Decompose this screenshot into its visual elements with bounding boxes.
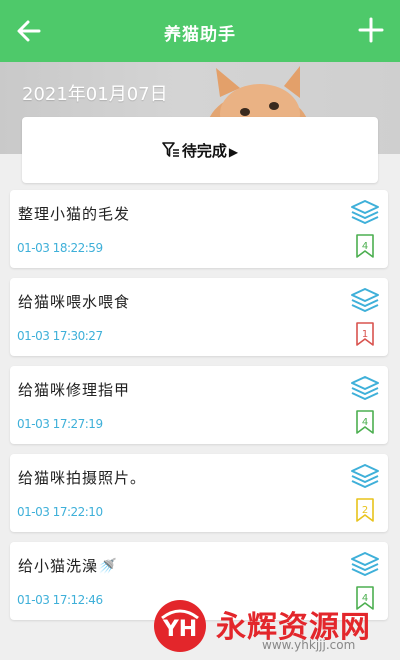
plus-icon[interactable] bbox=[354, 13, 388, 47]
watermark: YH 永辉资源网 www.yhkjjj.com bbox=[152, 598, 388, 656]
task-time: 01-03 18:22:59 bbox=[17, 241, 103, 255]
task-title: 给小猫洗澡🚿 bbox=[18, 557, 118, 575]
dropdown-arrow-icon: ▶ bbox=[228, 145, 239, 159]
watermark-logo: YH bbox=[154, 600, 206, 652]
task-time: 01-03 17:12:46 bbox=[17, 593, 103, 607]
layers-icon[interactable] bbox=[350, 462, 380, 490]
page-title: 养猫助手 bbox=[164, 25, 236, 45]
task-title: 给猫咪拍摄照片。 bbox=[18, 469, 147, 487]
task-time: 01-03 17:30:27 bbox=[17, 329, 103, 343]
priority-flag-icon: 4 bbox=[356, 410, 374, 434]
task-time: 01-03 17:22:10 bbox=[17, 505, 103, 519]
priority-number: 2 bbox=[362, 505, 368, 516]
watermark-logo-text: YH bbox=[162, 617, 197, 642]
task-title: 整理小猫的毛发 bbox=[18, 205, 131, 223]
filter-list-icon bbox=[162, 142, 179, 157]
task-card[interactable]: 给猫咪喂水喂食 01-03 17:30:27 1 bbox=[10, 278, 388, 356]
task-card[interactable]: 整理小猫的毛发 01-03 18:22:59 4 bbox=[10, 190, 388, 268]
priority-number: 1 bbox=[362, 329, 368, 340]
filter-bar[interactable]: 待完成 ▶ bbox=[22, 117, 378, 183]
priority-flag-icon: 2 bbox=[356, 498, 374, 522]
task-card[interactable]: 给猫咪修理指甲 01-03 17:27:19 4 bbox=[10, 366, 388, 444]
priority-flag-icon: 1 bbox=[356, 322, 374, 346]
watermark-url: www.yhkjjj.com bbox=[262, 638, 356, 652]
task-time: 01-03 17:27:19 bbox=[17, 417, 103, 431]
priority-number: 4 bbox=[362, 241, 368, 252]
app-bar: 养猫助手 bbox=[0, 0, 400, 62]
task-card[interactable]: 给猫咪拍摄照片。 01-03 17:22:10 2 bbox=[10, 454, 388, 532]
filter-label: 待完成 bbox=[181, 142, 227, 160]
priority-number: 4 bbox=[362, 417, 368, 428]
layers-icon[interactable] bbox=[350, 374, 380, 402]
layers-icon[interactable] bbox=[350, 198, 380, 226]
layers-icon[interactable] bbox=[350, 286, 380, 314]
priority-flag-icon: 4 bbox=[356, 234, 374, 258]
layers-icon[interactable] bbox=[350, 550, 380, 578]
task-title: 给猫咪喂水喂食 bbox=[18, 293, 131, 311]
task-title: 给猫咪修理指甲 bbox=[18, 381, 131, 399]
current-date: 2021年01月07日 bbox=[22, 84, 168, 105]
